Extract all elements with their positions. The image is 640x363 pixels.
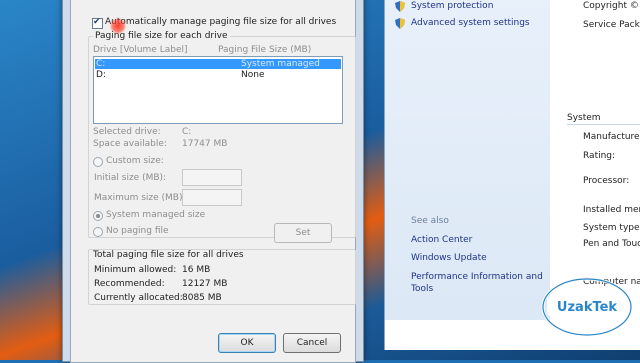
copyright-text: Copyright ©	[583, 1, 639, 11]
click-indicator-icon	[110, 18, 126, 34]
selected-drive-label: Selected drive:	[93, 127, 161, 137]
virtual-memory-dialog: Automatically manage paging file size fo…	[62, 0, 364, 363]
total-group-title: Total paging file size for all drives	[93, 250, 244, 260]
space-available-label: Space available:	[93, 139, 167, 149]
system-type-label: System type:	[583, 223, 640, 233]
nav-link-advanced-settings[interactable]: Advanced system settings	[411, 18, 530, 28]
uzaktek-logo-icon: UzakTek	[541, 277, 633, 337]
allocated-label: Currently allocated:	[94, 293, 183, 303]
manufacturer-label: Manufacturer	[583, 132, 640, 142]
custom-size-label: Custom size:	[106, 156, 164, 166]
pen-touch-label: Pen and Touc	[583, 239, 640, 249]
system-managed-label: System managed size	[106, 210, 206, 220]
auto-manage-checkbox[interactable]	[92, 17, 103, 29]
set-button[interactable]: Set	[274, 223, 332, 243]
drive-row-d[interactable]: D: None	[95, 70, 341, 80]
maximum-size-input[interactable]	[182, 189, 242, 206]
custom-size-radio[interactable]	[93, 157, 103, 167]
list-header-drive: Drive [Volume Label]	[93, 45, 188, 55]
drive-c-label: C:	[96, 59, 106, 69]
watermark-text: UzakTek	[557, 300, 617, 315]
system-section-title: System	[567, 113, 601, 123]
see-also-title: See also	[411, 216, 449, 226]
section-divider	[567, 124, 640, 125]
selected-drive-value: C:	[182, 127, 192, 137]
initial-size-label: Initial size (MB):	[94, 173, 167, 183]
drive-d-size: None	[241, 70, 265, 80]
drive-row-c[interactable]: C: System managed	[95, 59, 341, 69]
recommended-value: 12127 MB	[182, 279, 228, 289]
shield-icon	[395, 18, 405, 29]
shield-icon	[395, 1, 405, 12]
installed-memory-label: Installed mem	[583, 205, 640, 215]
drive-c-size: System managed	[241, 59, 320, 69]
drive-list[interactable]: C: System managed D: None	[93, 56, 343, 124]
link-performance-info[interactable]: Performance Information and Tools	[411, 271, 546, 295]
processor-label: Processor:	[583, 176, 630, 186]
recommended-label: Recommended:	[94, 279, 165, 289]
link-action-center[interactable]: Action Center	[411, 235, 472, 245]
no-paging-label: No paging file	[106, 226, 169, 236]
no-paging-radio[interactable]	[93, 227, 103, 237]
ok-button[interactable]: OK	[218, 333, 276, 353]
cancel-button[interactable]: Cancel	[283, 333, 341, 353]
drive-d-label: D:	[96, 70, 106, 80]
list-header-size: Paging File Size (MB)	[218, 45, 312, 55]
min-allowed-label: Minimum allowed:	[94, 265, 177, 275]
min-allowed-value: 16 MB	[182, 265, 211, 275]
control-panel-nav: System protection Advanced system settin…	[385, 0, 550, 320]
dialog-body: Automatically manage paging file size fo…	[70, 0, 356, 363]
space-available-value: 17747 MB	[182, 139, 228, 149]
service-pack-text: Service Pack	[583, 20, 640, 30]
maximum-size-label: Maximum size (MB):	[94, 193, 186, 203]
system-managed-radio[interactable]	[93, 211, 103, 221]
initial-size-input[interactable]	[182, 169, 242, 186]
link-windows-update[interactable]: Windows Update	[411, 253, 487, 263]
rating-label: Rating:	[583, 151, 616, 161]
nav-link-system-protection[interactable]: System protection	[411, 1, 493, 11]
allocated-value: 8085 MB	[182, 293, 222, 303]
auto-manage-label[interactable]: Automatically manage paging file size fo…	[105, 17, 336, 27]
